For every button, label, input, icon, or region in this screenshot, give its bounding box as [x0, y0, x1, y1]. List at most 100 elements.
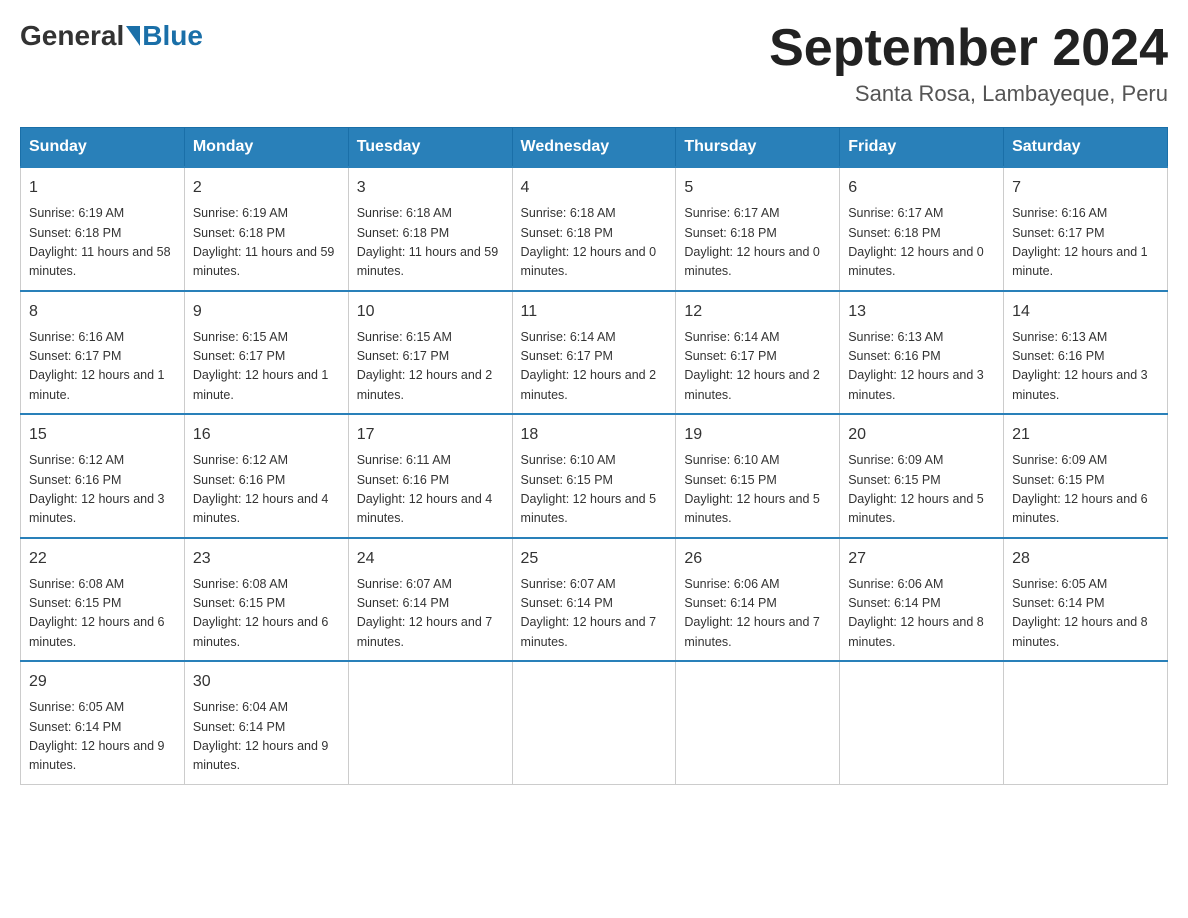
day-info: Sunrise: 6:06 AMSunset: 6:14 PMDaylight:… — [848, 575, 995, 653]
day-info: Sunrise: 6:11 AMSunset: 6:16 PMDaylight:… — [357, 451, 504, 529]
day-info: Sunrise: 6:18 AMSunset: 6:18 PMDaylight:… — [357, 204, 504, 282]
column-header-monday: Monday — [184, 128, 348, 168]
day-info: Sunrise: 6:09 AMSunset: 6:15 PMDaylight:… — [1012, 451, 1159, 529]
day-info: Sunrise: 6:08 AMSunset: 6:15 PMDaylight:… — [29, 575, 176, 653]
day-info: Sunrise: 6:12 AMSunset: 6:16 PMDaylight:… — [29, 451, 176, 529]
day-number: 29 — [29, 670, 176, 694]
day-info: Sunrise: 6:19 AMSunset: 6:18 PMDaylight:… — [193, 204, 340, 282]
day-number: 11 — [521, 300, 668, 324]
calendar-cell: 2 Sunrise: 6:19 AMSunset: 6:18 PMDaylight… — [184, 167, 348, 291]
calendar-cell: 19 Sunrise: 6:10 AMSunset: 6:15 PMDayligh… — [676, 414, 840, 538]
calendar-cell: 6Sunrise: 6:17 AMSunset: 6:18 PMDaylight… — [840, 167, 1004, 291]
calendar-cell: 13Sunrise: 6:13 AMSunset: 6:16 PMDayligh… — [840, 291, 1004, 415]
calendar-cell: 17 Sunrise: 6:11 AMSunset: 6:16 PMDayligh… — [348, 414, 512, 538]
day-number: 12 — [684, 300, 831, 324]
day-number: 17 — [357, 423, 504, 447]
day-number: 13 — [848, 300, 995, 324]
column-header-friday: Friday — [840, 128, 1004, 168]
calendar-cell: 21 Sunrise: 6:09 AMSunset: 6:15 PMDayligh… — [1004, 414, 1168, 538]
calendar-table: SundayMondayTuesdayWednesdayThursdayFrid… — [20, 127, 1168, 785]
day-number: 24 — [357, 547, 504, 571]
day-info: Sunrise: 6:19 AMSunset: 6:18 PMDaylight:… — [29, 204, 176, 282]
day-number: 18 — [521, 423, 668, 447]
calendar-cell: 25Sunrise: 6:07 AMSunset: 6:14 PMDayligh… — [512, 538, 676, 662]
logo-blue-text: Blue — [142, 20, 203, 52]
day-info: Sunrise: 6:17 AMSunset: 6:18 PMDaylight:… — [684, 204, 831, 282]
calendar-cell: 18 Sunrise: 6:10 AMSunset: 6:15 PMDayligh… — [512, 414, 676, 538]
calendar-cell: 4Sunrise: 6:18 AMSunset: 6:18 PMDaylight… — [512, 167, 676, 291]
day-number: 3 — [357, 176, 504, 200]
week-row-5: 29 Sunrise: 6:05 AMSunset: 6:14 PMDayligh… — [21, 661, 1168, 784]
day-info: Sunrise: 6:06 AMSunset: 6:14 PMDaylight:… — [684, 575, 831, 653]
calendar-cell: 10 Sunrise: 6:15 AMSunset: 6:17 PMDayligh… — [348, 291, 512, 415]
column-header-saturday: Saturday — [1004, 128, 1168, 168]
day-number: 1 — [29, 176, 176, 200]
day-info: Sunrise: 6:07 AMSunset: 6:14 PMDaylight:… — [521, 575, 668, 653]
day-info: Sunrise: 6:09 AMSunset: 6:15 PMDaylight:… — [848, 451, 995, 529]
day-info: Sunrise: 6:16 AMSunset: 6:17 PMDaylight:… — [29, 328, 176, 406]
day-info: Sunrise: 6:10 AMSunset: 6:15 PMDaylight:… — [521, 451, 668, 529]
calendar-cell: 5 Sunrise: 6:17 AMSunset: 6:18 PMDaylight… — [676, 167, 840, 291]
day-info: Sunrise: 6:15 AMSunset: 6:17 PMDaylight:… — [193, 328, 340, 406]
week-row-2: 8 Sunrise: 6:16 AMSunset: 6:17 PMDaylight… — [21, 291, 1168, 415]
calendar-cell: 7 Sunrise: 6:16 AMSunset: 6:17 PMDaylight… — [1004, 167, 1168, 291]
day-number: 16 — [193, 423, 340, 447]
calendar-cell: 16Sunrise: 6:12 AMSunset: 6:16 PMDayligh… — [184, 414, 348, 538]
calendar-cell: 9 Sunrise: 6:15 AMSunset: 6:17 PMDaylight… — [184, 291, 348, 415]
calendar-cell — [348, 661, 512, 784]
calendar-cell: 29 Sunrise: 6:05 AMSunset: 6:14 PMDayligh… — [21, 661, 185, 784]
calendar-cell: 8 Sunrise: 6:16 AMSunset: 6:17 PMDaylight… — [21, 291, 185, 415]
day-number: 10 — [357, 300, 504, 324]
calendar-cell: 28Sunrise: 6:05 AMSunset: 6:14 PMDayligh… — [1004, 538, 1168, 662]
week-row-4: 22Sunrise: 6:08 AMSunset: 6:15 PMDayligh… — [21, 538, 1168, 662]
day-number: 2 — [193, 176, 340, 200]
day-number: 15 — [29, 423, 176, 447]
day-info: Sunrise: 6:15 AMSunset: 6:17 PMDaylight:… — [357, 328, 504, 406]
calendar-cell: 11 Sunrise: 6:14 AMSunset: 6:17 PMDayligh… — [512, 291, 676, 415]
calendar-cell: 15 Sunrise: 6:12 AMSunset: 6:16 PMDayligh… — [21, 414, 185, 538]
logo-arrow-icon — [126, 26, 140, 46]
week-row-3: 15 Sunrise: 6:12 AMSunset: 6:16 PMDayligh… — [21, 414, 1168, 538]
day-number: 9 — [193, 300, 340, 324]
calendar-cell: 22Sunrise: 6:08 AMSunset: 6:15 PMDayligh… — [21, 538, 185, 662]
calendar-cell: 1 Sunrise: 6:19 AMSunset: 6:18 PMDaylight… — [21, 167, 185, 291]
calendar-cell — [512, 661, 676, 784]
column-header-sunday: Sunday — [21, 128, 185, 168]
day-info: Sunrise: 6:10 AMSunset: 6:15 PMDaylight:… — [684, 451, 831, 529]
day-info: Sunrise: 6:13 AMSunset: 6:16 PMDaylight:… — [1012, 328, 1159, 406]
column-header-tuesday: Tuesday — [348, 128, 512, 168]
day-info: Sunrise: 6:08 AMSunset: 6:15 PMDaylight:… — [193, 575, 340, 653]
title-area: September 2024 Santa Rosa, Lambayeque, P… — [769, 20, 1168, 107]
day-number: 5 — [684, 176, 831, 200]
calendar-cell: 14Sunrise: 6:13 AMSunset: 6:16 PMDayligh… — [1004, 291, 1168, 415]
calendar-cell: 12Sunrise: 6:14 AMSunset: 6:17 PMDayligh… — [676, 291, 840, 415]
day-info: Sunrise: 6:07 AMSunset: 6:14 PMDaylight:… — [357, 575, 504, 653]
column-header-wednesday: Wednesday — [512, 128, 676, 168]
day-number: 8 — [29, 300, 176, 324]
day-number: 21 — [1012, 423, 1159, 447]
day-info: Sunrise: 6:05 AMSunset: 6:14 PMDaylight:… — [29, 698, 176, 776]
calendar-cell — [1004, 661, 1168, 784]
logo-general-text: General — [20, 20, 124, 52]
day-number: 19 — [684, 423, 831, 447]
calendar-cell: 26Sunrise: 6:06 AMSunset: 6:14 PMDayligh… — [676, 538, 840, 662]
day-number: 20 — [848, 423, 995, 447]
day-number: 7 — [1012, 176, 1159, 200]
day-number: 4 — [521, 176, 668, 200]
day-number: 27 — [848, 547, 995, 571]
week-row-1: 1 Sunrise: 6:19 AMSunset: 6:18 PMDaylight… — [21, 167, 1168, 291]
logo: General Blue — [20, 20, 203, 52]
calendar-cell: 3 Sunrise: 6:18 AMSunset: 6:18 PMDaylight… — [348, 167, 512, 291]
calendar-cell: 20 Sunrise: 6:09 AMSunset: 6:15 PMDayligh… — [840, 414, 1004, 538]
day-info: Sunrise: 6:16 AMSunset: 6:17 PMDaylight:… — [1012, 204, 1159, 282]
location-subtitle: Santa Rosa, Lambayeque, Peru — [769, 81, 1168, 107]
day-info: Sunrise: 6:04 AMSunset: 6:14 PMDaylight:… — [193, 698, 340, 776]
calendar-cell: 30 Sunrise: 6:04 AMSunset: 6:14 PMDayligh… — [184, 661, 348, 784]
day-info: Sunrise: 6:17 AMSunset: 6:18 PMDaylight:… — [848, 204, 995, 282]
page-header: General Blue September 2024 Santa Rosa, … — [20, 20, 1168, 107]
day-info: Sunrise: 6:14 AMSunset: 6:17 PMDaylight:… — [521, 328, 668, 406]
day-number: 28 — [1012, 547, 1159, 571]
day-number: 23 — [193, 547, 340, 571]
calendar-header-row: SundayMondayTuesdayWednesdayThursdayFrid… — [21, 128, 1168, 168]
day-number: 30 — [193, 670, 340, 694]
